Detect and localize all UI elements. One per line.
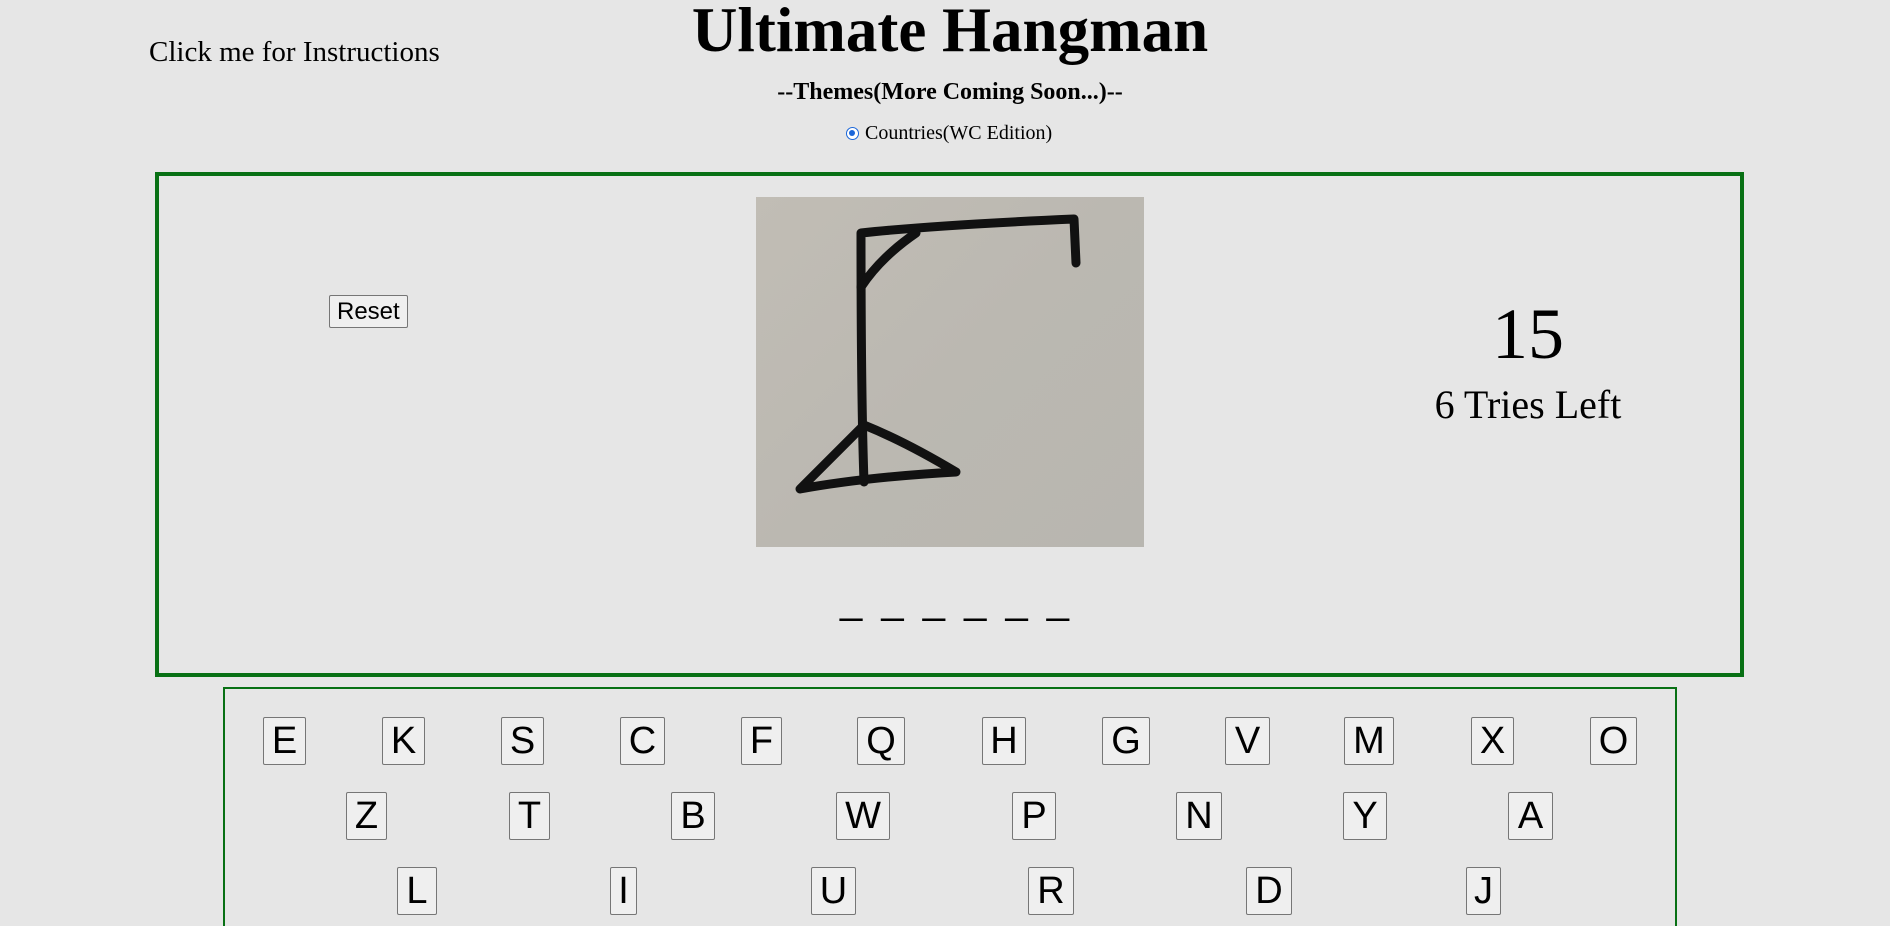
key-H[interactable]: H: [982, 717, 1026, 765]
theme-option-countries[interactable]: Countries(WC Edition): [846, 122, 1052, 145]
reset-button[interactable]: Reset: [329, 295, 408, 328]
key-J[interactable]: J: [1466, 867, 1501, 915]
key-C[interactable]: C: [620, 717, 665, 765]
theme-option-label: Countries(WC Edition): [865, 122, 1053, 144]
word-blanks: _ _ _ _ _ _: [840, 578, 1074, 622]
key-M[interactable]: M: [1344, 717, 1394, 765]
key-F[interactable]: F: [741, 717, 782, 765]
key-R[interactable]: R: [1028, 867, 1074, 915]
letter-keyboard: [223, 687, 1677, 926]
key-X[interactable]: X: [1471, 717, 1514, 765]
key-K[interactable]: K: [382, 717, 425, 765]
key-B[interactable]: B: [671, 792, 715, 840]
score-value: 15: [1492, 294, 1564, 374]
key-L[interactable]: L: [397, 867, 437, 915]
key-Z[interactable]: Z: [346, 792, 387, 840]
themes-heading: --Themes(More Coming Soon...)--: [777, 79, 1123, 105]
key-Q[interactable]: Q: [857, 717, 905, 765]
tries-left: 6 Tries Left: [1434, 382, 1622, 427]
key-E[interactable]: E: [263, 717, 306, 765]
key-V[interactable]: V: [1225, 717, 1270, 765]
page: Click me for Instructions Ultimate Hangm…: [0, 0, 1890, 926]
key-D[interactable]: D: [1246, 867, 1292, 915]
key-U[interactable]: U: [811, 867, 856, 915]
key-I[interactable]: I: [610, 867, 637, 915]
gallows-icon: [756, 197, 1144, 547]
page-title: Ultimate Hangman: [691, 0, 1209, 65]
key-T[interactable]: T: [509, 792, 550, 840]
key-W[interactable]: W: [836, 792, 890, 840]
key-O[interactable]: O: [1590, 717, 1637, 765]
key-Y[interactable]: Y: [1343, 792, 1387, 840]
key-S[interactable]: S: [501, 717, 544, 765]
key-N[interactable]: N: [1176, 792, 1222, 840]
key-A[interactable]: A: [1508, 792, 1553, 840]
key-G[interactable]: G: [1102, 717, 1150, 765]
theme-radio[interactable]: [846, 127, 859, 140]
key-P[interactable]: P: [1012, 792, 1056, 840]
